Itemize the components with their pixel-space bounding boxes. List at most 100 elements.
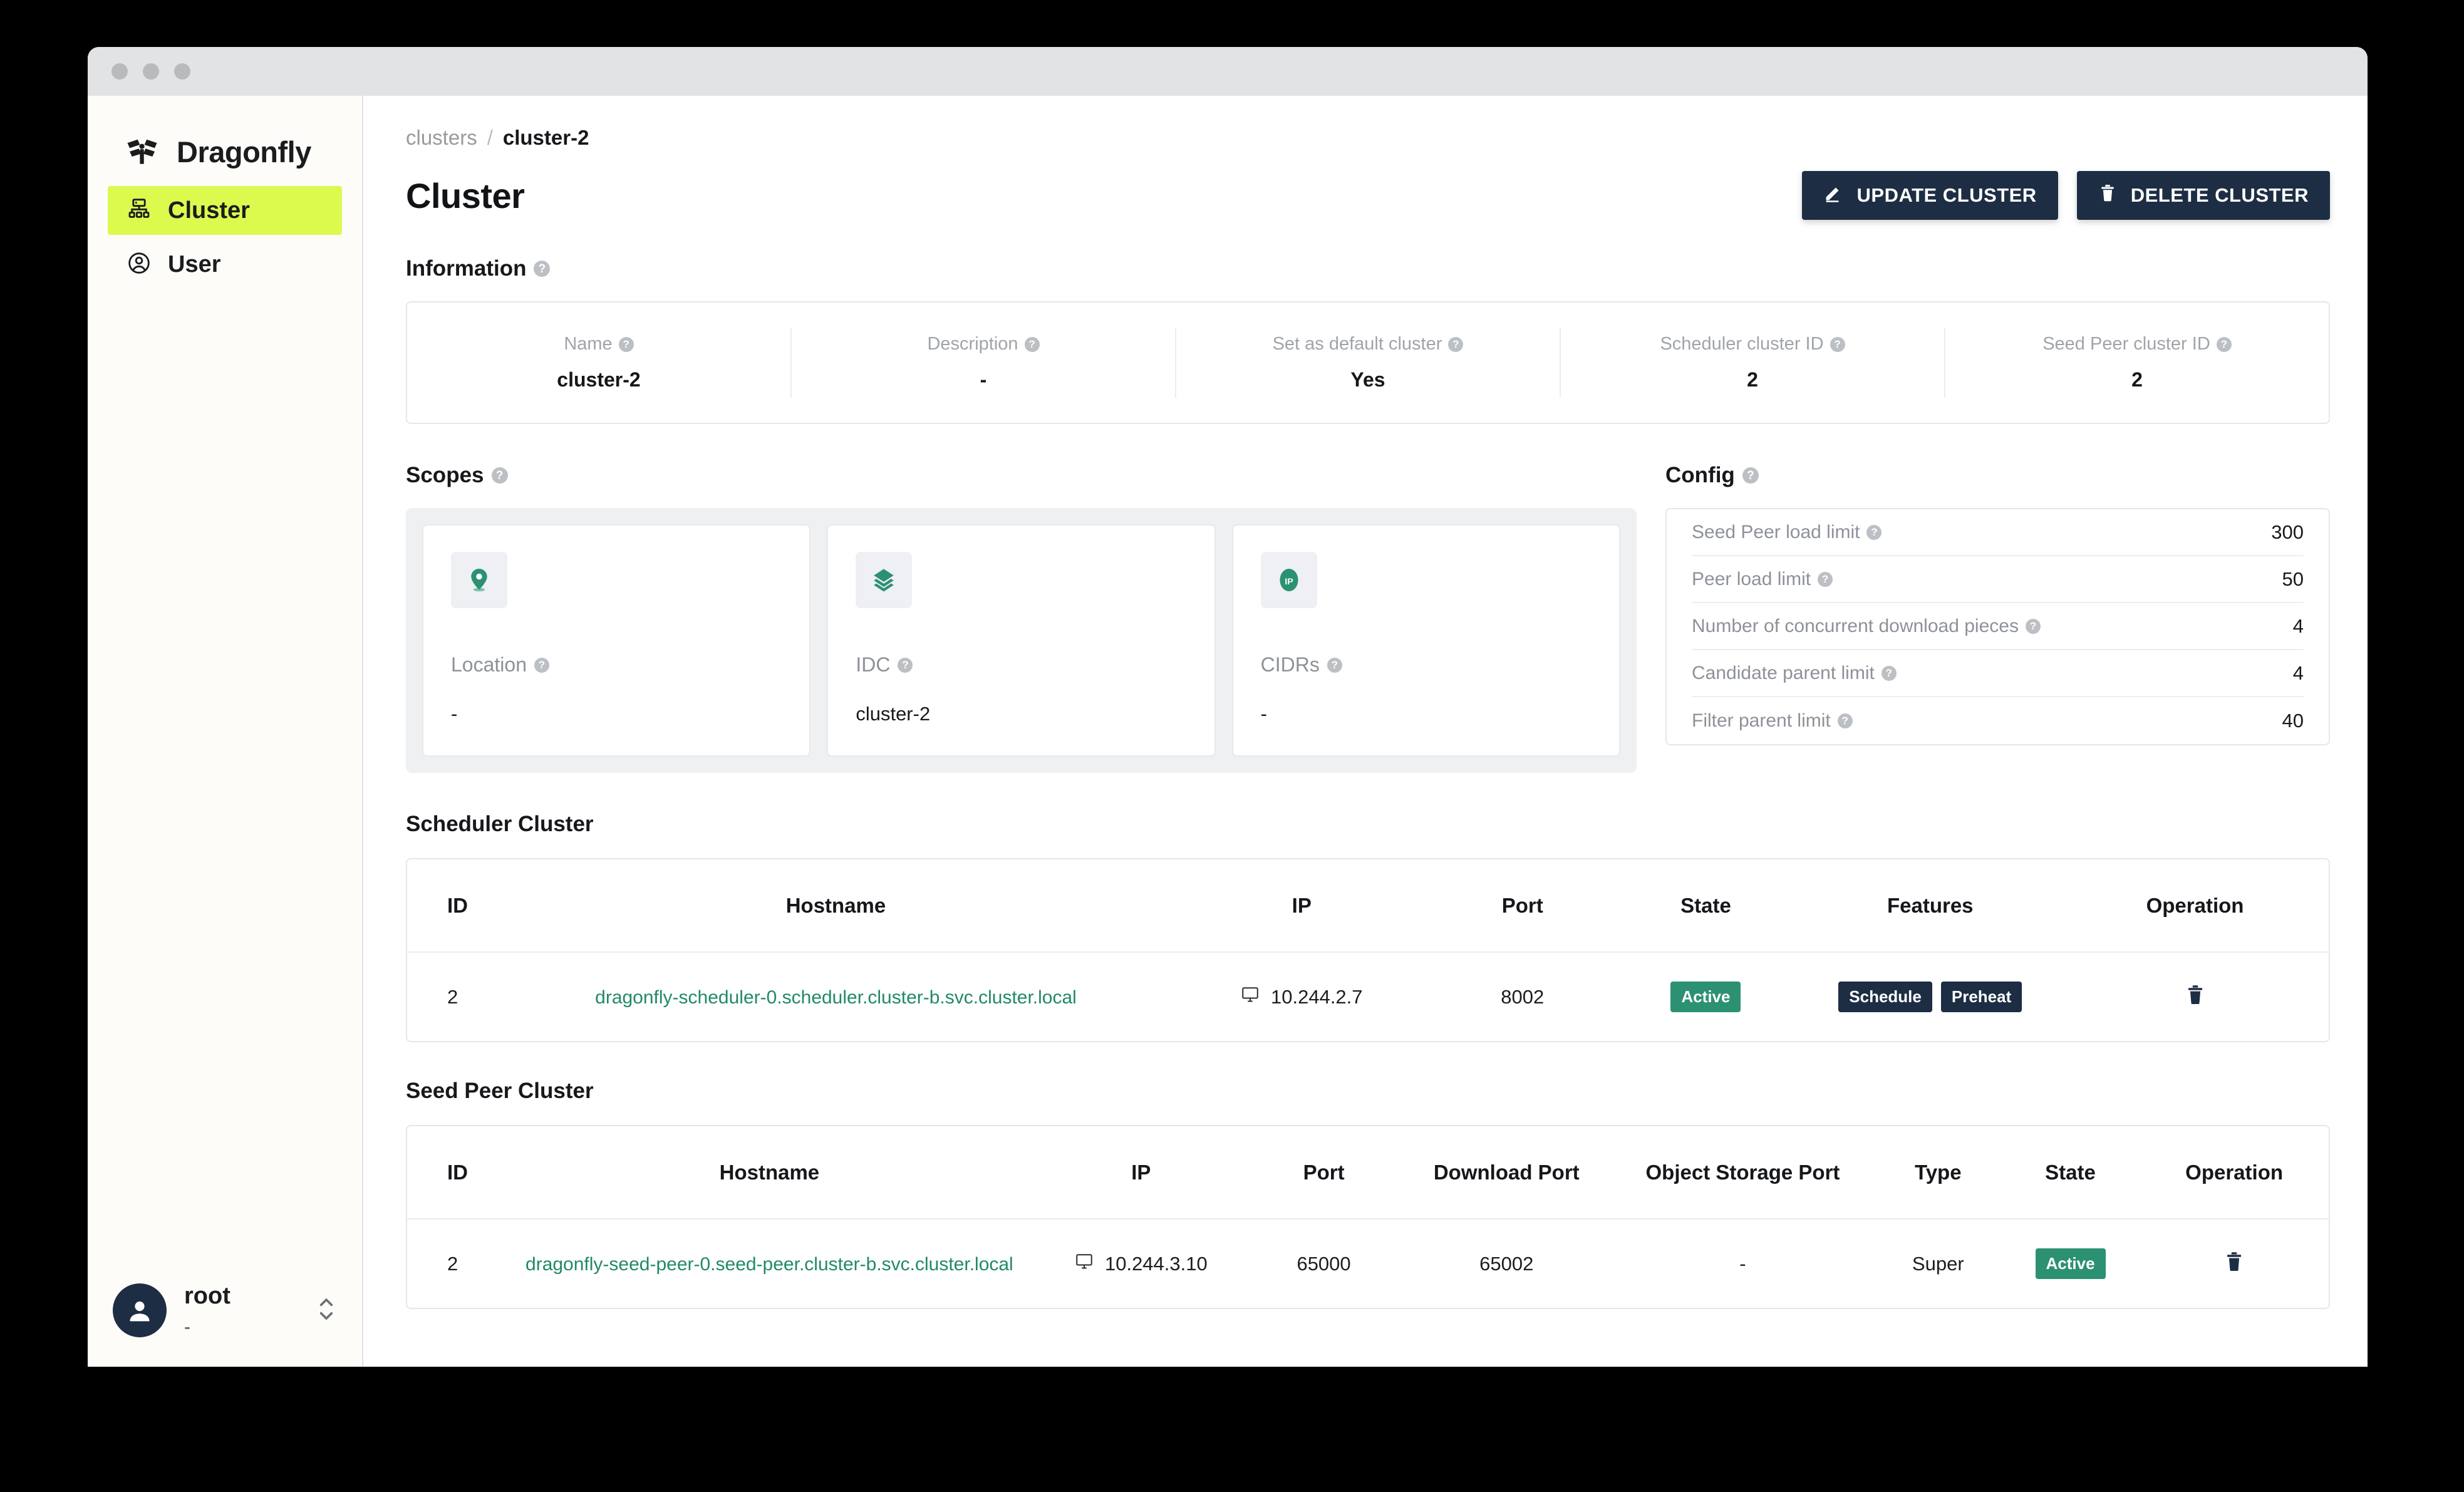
- table-header-row: ID Hostname IP Port Download Port Object…: [407, 1126, 2329, 1219]
- status-badge: Active: [2035, 1248, 2106, 1279]
- scope-value: cluster-2: [856, 703, 931, 725]
- config-label-wrap: Number of concurrent download pieces ?: [1692, 616, 2041, 637]
- config-value: 4: [2292, 614, 2304, 637]
- help-icon[interactable]: ?: [1837, 713, 1853, 728]
- scheduler-cluster-heading: Scheduler Cluster: [406, 812, 594, 836]
- help-icon[interactable]: ?: [1881, 665, 1897, 681]
- scheduler-table: ID Hostname IP Port State Features Opera…: [407, 859, 2329, 1041]
- scope-label-wrap: IDC ?: [856, 653, 1186, 676]
- sidebar-user-box[interactable]: root -: [88, 1254, 362, 1367]
- delete-row-button[interactable]: [2185, 983, 2206, 1008]
- update-cluster-button[interactable]: UPDATE CLUSTER: [1801, 171, 2058, 220]
- sidebar-item-cluster[interactable]: Cluster: [108, 186, 342, 235]
- help-icon[interactable]: ?: [1024, 336, 1040, 352]
- help-icon[interactable]: ?: [2216, 336, 2232, 352]
- config-heading-label: Config: [1665, 463, 1735, 487]
- feature-chip-preheat[interactable]: Preheat: [1940, 982, 2022, 1012]
- svg-text:IP: IP: [1285, 577, 1293, 587]
- column-header-operation: Operation: [2146, 893, 2244, 917]
- info-field-description: Description ? -: [792, 328, 1176, 398]
- cell-hostname: dragonfly-scheduler-0.scheduler.cluster-…: [500, 952, 1171, 1041]
- delete-row-button[interactable]: [2223, 1250, 2245, 1275]
- info-field-value: -: [980, 368, 987, 391]
- help-icon[interactable]: ?: [1818, 571, 1833, 587]
- information-heading: Information ?: [406, 256, 2330, 281]
- scope-label-wrap: Location ?: [451, 653, 782, 676]
- cell-download-port: 65002: [1479, 1252, 1534, 1275]
- config-label-wrap: Seed Peer load limit ?: [1692, 522, 1882, 543]
- column-header-id: ID: [447, 1160, 468, 1184]
- dragonfly-logo-icon: [124, 132, 160, 172]
- user-subtitle: -: [184, 1317, 190, 1338]
- table-header-row: ID Hostname IP Port State Features Opera…: [407, 859, 2329, 952]
- cell-state: Active: [1613, 952, 1799, 1041]
- ip-value-wrap: 10.244.3.10: [1043, 1252, 1239, 1276]
- scope-label-wrap: CIDRs ?: [1261, 653, 1592, 676]
- maximize-dot[interactable]: [174, 63, 190, 80]
- help-icon[interactable]: ?: [1448, 336, 1464, 352]
- help-icon[interactable]: ?: [618, 336, 634, 352]
- delete-cluster-button[interactable]: DELETE CLUSTER: [2076, 171, 2330, 220]
- scope-label: CIDRs: [1260, 653, 1320, 676]
- column-header-hostname: Hostname: [719, 1160, 820, 1184]
- config-label: Seed Peer load limit: [1692, 521, 1860, 542]
- config-label-wrap: Filter parent limit ?: [1692, 710, 1853, 732]
- column-header-object-storage-port: Object Storage Port: [1645, 1160, 1840, 1184]
- scopes-section: Scopes ? Location ? - IDC ? cluster-2 IP…: [406, 463, 1637, 773]
- config-label-wrap: Peer load limit ?: [1692, 569, 1833, 590]
- brand[interactable]: Dragonfly: [88, 96, 362, 177]
- help-icon[interactable]: ?: [1327, 657, 1342, 673]
- window-titlebar: [88, 47, 2368, 96]
- hostname-link[interactable]: dragonfly-seed-peer-0.seed-peer.cluster-…: [525, 1254, 1013, 1275]
- help-icon[interactable]: ?: [898, 657, 913, 673]
- scope-value: -: [451, 703, 458, 725]
- cell-state: Active: [2001, 1219, 2140, 1308]
- feature-chip-schedule[interactable]: Schedule: [1838, 982, 1932, 1012]
- brand-name: Dragonfly: [177, 135, 311, 168]
- help-icon[interactable]: ?: [534, 261, 551, 277]
- features-wrap: Schedule Preheat: [1805, 982, 2055, 1012]
- config-row-filter-parent-limit: Filter parent limit ? 40: [1692, 697, 2304, 744]
- info-field-label-wrap: Seed Peer cluster ID ?: [1945, 334, 2329, 355]
- monitor-icon: [1075, 1252, 1094, 1276]
- scope-value: -: [1260, 703, 1267, 725]
- config-label-wrap: Candidate parent limit ?: [1692, 663, 1897, 684]
- layers-icon: [856, 552, 913, 608]
- user-circle-icon: [127, 251, 152, 279]
- hostname-link[interactable]: dragonfly-scheduler-0.scheduler.cluster-…: [595, 987, 1077, 1008]
- help-icon[interactable]: ?: [491, 467, 508, 484]
- scopes-container: Location ? - IDC ? cluster-2 IP CIDRs ? …: [406, 508, 1637, 773]
- info-field-label: Description: [927, 334, 1018, 354]
- sidebar-item-user[interactable]: User: [108, 240, 342, 289]
- cell-type: Super: [1912, 1252, 1964, 1275]
- info-field-label: Name: [564, 334, 613, 354]
- help-icon[interactable]: ?: [2025, 618, 2041, 634]
- chevron-up-down-icon[interactable]: [316, 1293, 337, 1328]
- location-pin-icon: [451, 552, 507, 608]
- scope-label: IDC: [856, 653, 891, 676]
- scopes-heading-label: Scopes: [406, 463, 484, 487]
- info-field-label-wrap: Scheduler cluster ID ?: [1561, 334, 1944, 355]
- scope-card-location: Location ? -: [422, 524, 811, 757]
- config-row-peer-load-limit: Peer load limit ? 50: [1692, 556, 2304, 603]
- cell-port: 8002: [1501, 985, 1545, 1008]
- help-icon[interactable]: ?: [534, 657, 549, 673]
- status-badge: Active: [1670, 982, 1741, 1012]
- breadcrumb-separator: /: [487, 126, 493, 149]
- table-row: 2 dragonfly-scheduler-0.scheduler.cluste…: [407, 952, 2329, 1041]
- column-header-type: Type: [1915, 1160, 1962, 1184]
- help-icon[interactable]: ?: [1830, 336, 1845, 352]
- scopes-heading: Scopes ?: [406, 463, 1637, 488]
- help-icon[interactable]: ?: [1742, 467, 1759, 484]
- window-body: Dragonfly Cluster User root - clusters /…: [88, 96, 2368, 1367]
- scopes-config-row: Scopes ? Location ? - IDC ? cluster-2 IP…: [406, 463, 2330, 773]
- user-name: root: [184, 1282, 230, 1309]
- page-header: Cluster UPDATE CLUSTER DELETE CLUSTER: [406, 171, 2330, 220]
- help-icon[interactable]: ?: [1866, 524, 1882, 540]
- info-field-value: 2: [2131, 368, 2143, 391]
- sidebar-item-label: Cluster: [168, 197, 250, 224]
- close-dot[interactable]: [111, 63, 128, 80]
- breadcrumb-parent[interactable]: clusters: [406, 126, 477, 150]
- scheduler-table-body: 2 dragonfly-scheduler-0.scheduler.cluste…: [407, 952, 2329, 1041]
- minimize-dot[interactable]: [143, 63, 159, 80]
